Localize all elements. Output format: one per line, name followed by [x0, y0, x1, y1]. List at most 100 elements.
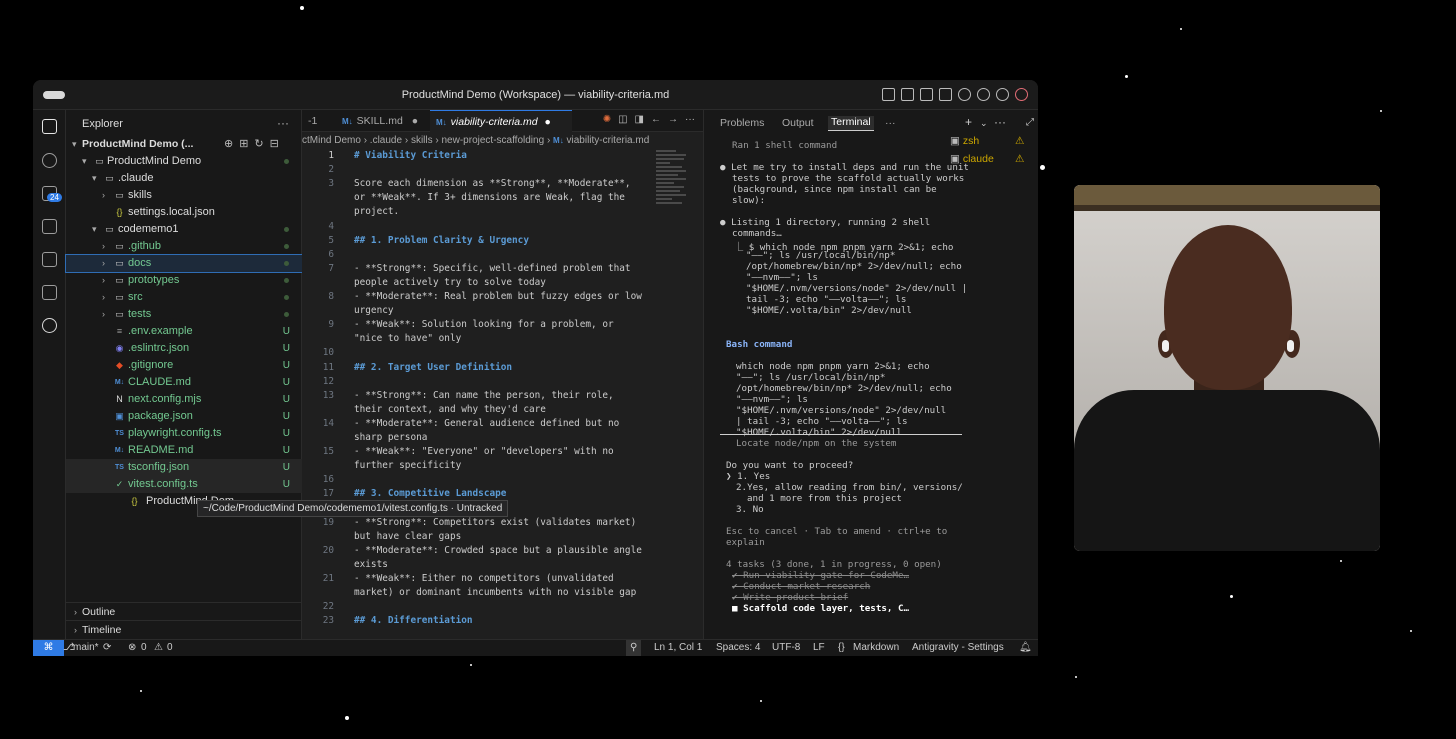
maximize-panel-icon[interactable]: ⤢	[1026, 117, 1034, 128]
breadcrumb-item[interactable]: skills	[411, 135, 433, 146]
tree-item-folder[interactable]: ▾ ▭ codememo1	[66, 221, 302, 238]
toggle-panel-icon[interactable]	[920, 88, 933, 101]
toggle-secondary-sidebar-icon[interactable]	[939, 88, 952, 101]
tree-item-file[interactable]: ◆ .gitignore U	[66, 357, 302, 374]
eslint-icon: ◉	[115, 343, 124, 353]
tree-item-file[interactable]: N next.config.mjs U	[66, 391, 302, 408]
back-icon[interactable]: ←	[651, 114, 661, 125]
tree-item-label: skills	[128, 189, 152, 201]
sync-icon[interactable]: ⟳	[103, 640, 111, 656]
tree-item-file[interactable]: ≡ .env.example U	[66, 323, 302, 340]
code-line: Score each dimension as **Strong**, **Mo…	[354, 178, 631, 190]
status-dot	[284, 278, 289, 283]
chevron-down-icon[interactable]: ⌄	[980, 118, 988, 129]
language-mode[interactable]: Markdown	[853, 640, 899, 656]
minimap[interactable]	[656, 150, 690, 220]
breadcrumb-item[interactable]: .claude	[370, 135, 402, 146]
more-icon[interactable]: ···	[685, 114, 695, 125]
breadcrumb-item[interactable]: ctMind Demo	[302, 135, 361, 146]
chevron-right-icon: ›	[102, 292, 105, 302]
tree-item-file[interactable]: TS playwright.config.ts U	[66, 425, 302, 442]
remote-indicator-icon[interactable]: ⌘	[33, 640, 64, 656]
tree-item-folder[interactable]: › ▭ skills	[66, 187, 302, 204]
tree-item-folder[interactable]: ▾ ▭ ProductMind Demo	[66, 153, 302, 170]
tab-output[interactable]: Output	[782, 117, 814, 129]
claude-icon[interactable]	[42, 318, 57, 333]
tree-item-file[interactable]: M↓ README.md U	[66, 442, 302, 459]
code-line: - **Strong**: Specific, well-defined pro…	[354, 262, 631, 274]
breadcrumb-item[interactable]: new-project-scaffolding	[442, 135, 545, 146]
tree-item-file[interactable]: {} settings.local.json	[66, 204, 302, 221]
outline-section[interactable]: › Outline	[66, 602, 302, 620]
warning-count[interactable]: 0	[167, 640, 173, 656]
workspace-header[interactable]: ▾ ProductMind Demo (... ⊕⊞↻⊟	[66, 136, 302, 153]
tab-viability-criteria[interactable]: M↓ viability-criteria.md ●	[430, 110, 572, 132]
remote-explorer-icon[interactable]	[42, 252, 57, 267]
tree-item-folder[interactable]: ▾ ▭ .claude	[66, 170, 302, 187]
error-count[interactable]: 0	[141, 640, 147, 656]
tree-item-file[interactable]: ◉ .eslintrc.json U	[66, 340, 302, 357]
tree-item-folder[interactable]: › ▭ src	[66, 289, 302, 306]
line-ending[interactable]: LF	[813, 640, 825, 656]
star	[1380, 110, 1382, 112]
git-status: U	[282, 326, 290, 337]
explorer-icon[interactable]	[42, 119, 57, 134]
tree-item-label: .github	[128, 240, 162, 252]
more-icon[interactable]: ···	[994, 115, 1006, 129]
tree-item-file[interactable]: M↓ CLAUDE.md U	[66, 374, 302, 391]
indentation[interactable]: Spaces: 4	[716, 640, 760, 656]
workspace-label: ProductMind Demo (...	[82, 138, 194, 150]
status-dot	[284, 261, 289, 266]
git-branch[interactable]: main*	[73, 640, 99, 656]
claude-icon[interactable]: ✺	[603, 114, 611, 125]
split-editor-icon[interactable]: ◨	[635, 114, 644, 125]
git-status: U	[282, 377, 290, 388]
line-number: 1	[328, 150, 334, 161]
npm-icon: ▣	[115, 411, 124, 421]
layout-icon[interactable]	[882, 88, 895, 101]
status-dot	[284, 227, 289, 232]
folder-icon: ▭	[115, 292, 124, 302]
tab-previous[interactable]: -1	[302, 110, 332, 132]
tree-item-label: src	[128, 291, 143, 303]
line-number: 17	[322, 488, 334, 500]
tab-terminal[interactable]: Terminal	[828, 116, 874, 131]
open-preview-icon[interactable]: ◫	[618, 114, 627, 125]
tree-item-folder[interactable]: › ▭ .github	[66, 238, 302, 255]
tab-problems[interactable]: Problems	[720, 117, 764, 129]
chevron-right-icon: ›	[102, 258, 105, 268]
encoding[interactable]: UTF-8	[772, 640, 800, 656]
tree-item-file[interactable]: ▣ package.json U	[66, 408, 302, 425]
breadcrumb-item[interactable]: viability-criteria.md	[567, 135, 650, 146]
toggle-sidebar-icon[interactable]	[901, 88, 914, 101]
notification-bell-icon[interactable]: 🔔︎	[1019, 640, 1032, 656]
terminal-item-zsh[interactable]: ▣ zsh	[950, 135, 979, 147]
timeline-section[interactable]: › Timeline	[66, 620, 302, 638]
gear-icon[interactable]	[996, 88, 1009, 101]
tree-item-label: playwright.config.ts	[128, 427, 222, 439]
explorer-more-button[interactable]: ···	[277, 116, 289, 130]
tree-item-folder[interactable]: › ▭ docs	[65, 254, 303, 273]
tree-item-folder[interactable]: › ▭ prototypes	[66, 272, 302, 289]
run-debug-icon[interactable]	[42, 219, 57, 234]
extensions-icon[interactable]	[42, 285, 57, 300]
forward-icon[interactable]: →	[668, 114, 678, 125]
settings-status[interactable]: Antigravity - Settings	[912, 640, 1004, 656]
terminal-item-claude[interactable]: ▣ claude	[950, 153, 994, 165]
chevron-right-icon: ›	[102, 309, 105, 319]
tree-item-file[interactable]: ✓ vitest.config.ts U	[66, 476, 302, 493]
tree-item-file[interactable]: TS tsconfig.json U	[66, 459, 302, 476]
line-number: 16	[322, 474, 334, 486]
timeline-label: Timeline	[82, 624, 122, 636]
panel-more-button[interactable]: ···	[885, 117, 896, 129]
tree-item-folder[interactable]: › ▭ tests	[66, 306, 302, 323]
search-icon[interactable]	[958, 88, 971, 101]
account-icon[interactable]	[977, 88, 990, 101]
search-icon[interactable]	[42, 153, 57, 168]
line-number: 3	[328, 178, 334, 190]
tab-skill-md[interactable]: M↓ SKILL.md ●	[336, 110, 428, 132]
new-terminal-icon[interactable]: +	[965, 115, 972, 129]
profile-icon[interactable]	[1015, 88, 1028, 101]
zoom-icon[interactable]: ⚲	[626, 640, 642, 656]
cursor-position[interactable]: Ln 1, Col 1	[654, 640, 702, 656]
